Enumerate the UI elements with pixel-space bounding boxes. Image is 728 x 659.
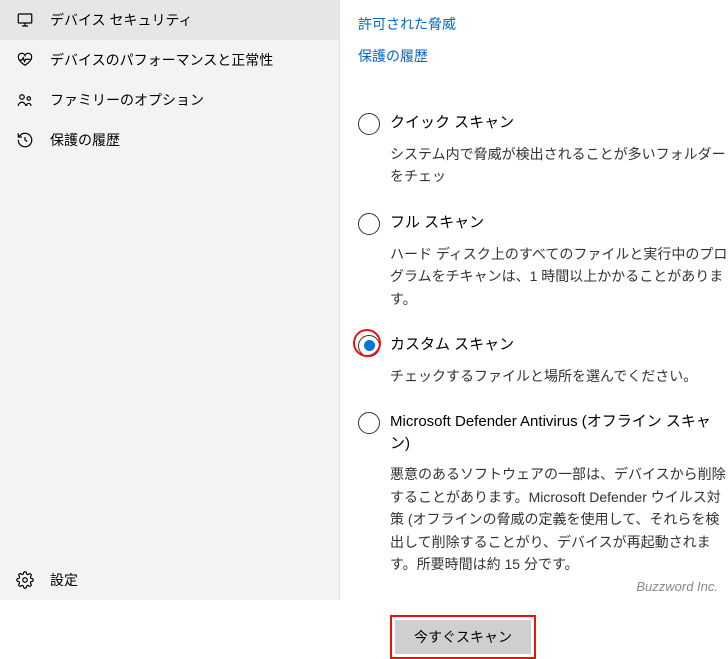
radio-quick-scan[interactable]	[358, 113, 380, 135]
sidebar-item-device-security[interactable]: デバイス セキュリティ	[0, 0, 339, 40]
heartbeat-icon	[16, 51, 34, 69]
link-protection-history[interactable]: 保護の履歴	[358, 40, 728, 72]
sidebar-item-family[interactable]: ファミリーのオプション	[0, 80, 339, 120]
scan-now-button[interactable]: 今すぐスキャン	[395, 620, 531, 654]
link-allowed-threats[interactable]: 許可された脅威	[358, 8, 728, 40]
sidebar-item-settings[interactable]: 設定	[0, 560, 339, 600]
monitor-icon	[16, 11, 34, 29]
sidebar-item-label: デバイスのパフォーマンスと正常性	[50, 50, 273, 70]
radio-full-scan[interactable]	[358, 213, 380, 235]
footer-credit: Buzzword Inc.	[636, 579, 718, 594]
sidebar-list: デバイス セキュリティ デバイスのパフォーマンスと正常性 ファミリーのオプション	[0, 0, 339, 160]
history-icon	[16, 131, 34, 149]
option-description: ハード ディスク上のすべてのファイルと実行中のプログラムをチキャンは、1 時間以…	[390, 243, 728, 310]
sidebar-item-label: デバイス セキュリティ	[50, 10, 193, 30]
option-label: カスタム スキャン	[390, 334, 514, 356]
annotation-rect: 今すぐスキャン	[390, 615, 536, 659]
radio-custom-scan[interactable]	[358, 335, 380, 357]
option-offline-scan[interactable]: Microsoft Defender Antivirus (オフライン スキャン…	[358, 411, 728, 455]
highlight-ring	[358, 334, 380, 357]
family-icon	[16, 91, 34, 109]
sidebar-item-performance[interactable]: デバイスのパフォーマンスと正常性	[0, 40, 339, 80]
sidebar-item-label: 保護の履歴	[50, 130, 120, 150]
radio-offline-scan[interactable]	[358, 412, 380, 434]
sidebar-item-label: ファミリーのオプション	[50, 90, 204, 110]
sidebar-item-label: 設定	[50, 570, 78, 590]
scan-options-group: クイック スキャン システム内で脅威が検出されることが多いフォルダーをチェッ フ…	[358, 112, 728, 659]
main-content: 許可された脅威 保護の履歴 クイック スキャン システム内で脅威が検出されること…	[340, 0, 728, 600]
option-description: 悪意のあるソフトウェアの一部は、デバイスから削除することがあります。Micros…	[390, 463, 728, 575]
option-label: Microsoft Defender Antivirus (オフライン スキャン…	[390, 411, 728, 455]
option-label: フル スキャン	[390, 212, 484, 234]
sidebar: デバイス セキュリティ デバイスのパフォーマンスと正常性 ファミリーのオプション	[0, 0, 340, 600]
option-quick-scan[interactable]: クイック スキャン	[358, 112, 728, 135]
option-full-scan[interactable]: フル スキャン	[358, 212, 728, 235]
option-custom-scan[interactable]: カスタム スキャン	[358, 334, 728, 357]
option-label: クイック スキャン	[390, 112, 514, 134]
sidebar-item-protection-history[interactable]: 保護の履歴	[0, 120, 339, 160]
option-description: チェックするファイルと場所を選んでください。	[390, 365, 728, 387]
option-description: システム内で脅威が検出されることが多いフォルダーをチェッ	[390, 143, 728, 188]
gear-icon	[16, 571, 34, 589]
